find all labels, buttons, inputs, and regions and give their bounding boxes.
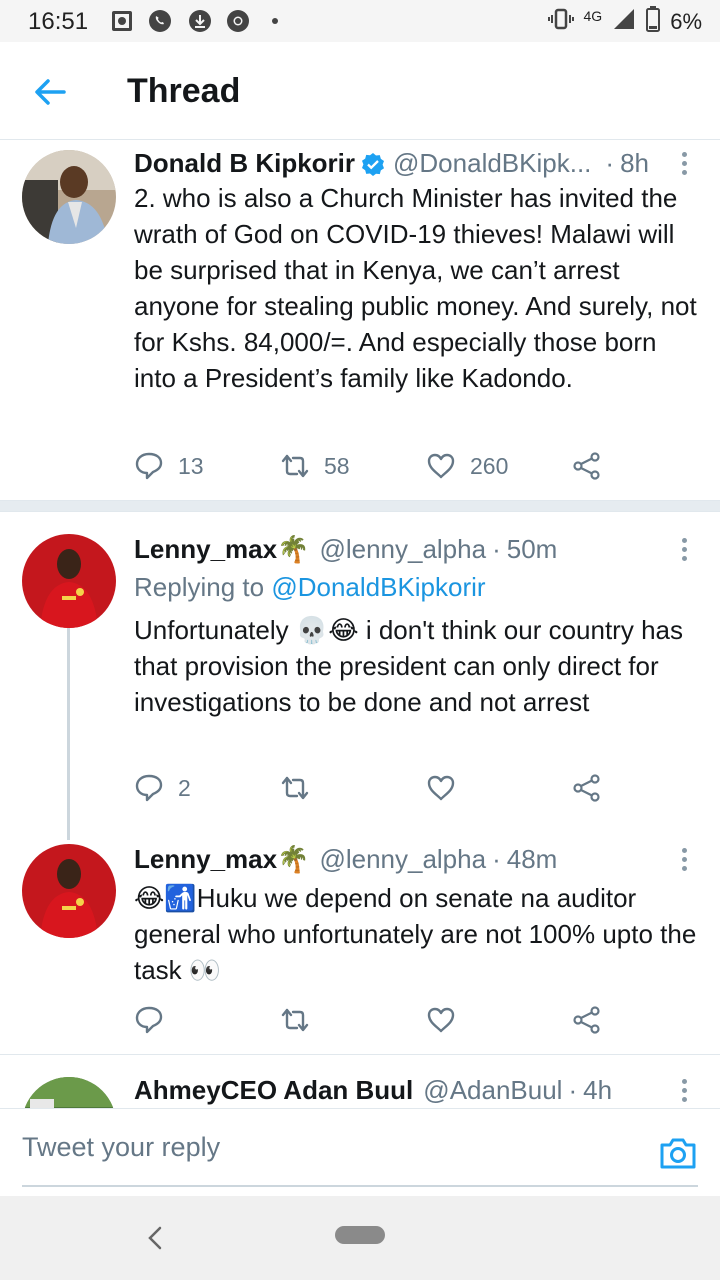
like-button[interactable] [426, 768, 470, 808]
reply-tweet[interactable]: Lenny_max🌴 @lenny_alpha · 50m Replying t… [0, 512, 720, 830]
battery-icon [646, 6, 661, 38]
author-name[interactable]: Lenny_max🌴 [134, 844, 309, 875]
reply-count: 2 [178, 774, 191, 801]
reply-button[interactable] [134, 1000, 178, 1040]
author-name[interactable]: Lenny_max🌴 [134, 534, 309, 565]
share-icon [573, 452, 600, 480]
replying-to: Replying to @DonaldBKipkorir [134, 572, 486, 603]
reply-input[interactable]: Tweet your reply [22, 1125, 642, 1175]
tweet-header: AhmeyCEO Adan Buul @AdanBuul · 4h [134, 1075, 680, 1106]
replying-to-handle[interactable]: @DonaldBKipkorir [271, 572, 485, 602]
more-options-icon[interactable] [674, 152, 694, 176]
tweet-actions: 2 [134, 768, 614, 808]
tweet-time: 8h [620, 148, 649, 178]
like-count: 260 [470, 452, 509, 479]
page-title: Thread [127, 72, 241, 110]
reply-icon [135, 452, 163, 480]
author-handle[interactable]: @DonaldBKipk... [393, 148, 591, 179]
verified-badge-icon [361, 152, 387, 178]
tweet-time: 50m [506, 534, 558, 564]
retweet-icon [281, 1008, 309, 1032]
author-handle[interactable]: @AdanBuul [423, 1075, 562, 1106]
share-button[interactable] [572, 446, 602, 486]
tweet-text: Unfortunately 💀😂 i don't think our count… [134, 615, 683, 717]
avatar[interactable] [22, 150, 116, 244]
separator-dot: · [568, 1075, 578, 1105]
status-time: 16:51 [28, 8, 89, 35]
home-pill-icon[interactable] [335, 1226, 385, 1244]
system-nav-bar [0, 1196, 720, 1280]
photo-icon [110, 9, 134, 33]
author-name[interactable]: Donald B Kipkorir [134, 148, 355, 179]
reply-icon [135, 1006, 163, 1034]
more-options-icon[interactable] [674, 848, 694, 872]
heart-icon [427, 1007, 455, 1033]
separator-dot: · [492, 534, 501, 564]
download-icon [188, 9, 212, 33]
network-label: 4G [583, 8, 603, 24]
like-button[interactable] [426, 1000, 470, 1040]
replying-to-prefix: Replying to [134, 572, 272, 602]
status-bar: 16:51 4G 6% [0, 0, 720, 42]
like-button[interactable]: 260 [426, 446, 508, 486]
retweet-button[interactable]: 58 [280, 446, 350, 486]
share-icon [573, 1006, 600, 1034]
camera-icon [660, 1138, 696, 1169]
whatsapp-icon [148, 9, 172, 33]
thread-header: Thread [0, 42, 720, 140]
separator-dot: · [605, 148, 615, 178]
back-button[interactable] [30, 72, 70, 112]
retweet-icon [281, 454, 309, 478]
author-name[interactable]: AhmeyCEO Adan Buul [134, 1075, 413, 1106]
author-handle[interactable]: @lenny_alpha [319, 844, 486, 875]
tweet-text: 😂🚮Huku we depend on senate na auditor ge… [134, 883, 697, 985]
more-options-icon[interactable] [674, 1079, 694, 1103]
tweet-actions [134, 1000, 614, 1040]
reply-icon [135, 774, 163, 802]
signal-icon [612, 7, 636, 37]
retweet-button[interactable] [280, 768, 324, 808]
retweet-count: 58 [324, 452, 350, 479]
share-icon [573, 774, 600, 802]
status-right: 4G 6% [547, 6, 702, 38]
tweet-time: 48m [506, 844, 558, 874]
separator-dot: · [492, 844, 501, 874]
tweet-header: Lenny_max🌴 @lenny_alpha · 50m [134, 534, 680, 565]
section-divider [0, 500, 720, 512]
reply-tweet[interactable]: AhmeyCEO Adan Buul @AdanBuul · 4h [0, 1055, 720, 1108]
tweet-actions: 13 58 260 [134, 446, 614, 486]
tweet-main[interactable]: Donald B Kipkorir @DonaldBKipk... · 8h 2… [0, 140, 720, 500]
reply-input-underline [22, 1185, 698, 1187]
tweet-time: 4h [583, 1075, 613, 1105]
heart-icon [427, 453, 455, 479]
heart-icon [427, 775, 455, 801]
retweet-button[interactable] [280, 1000, 324, 1040]
camera-button[interactable] [658, 1133, 698, 1173]
battery-percent: 6% [670, 9, 702, 34]
reply-button[interactable]: 2 [134, 768, 191, 808]
chrome-icon [226, 9, 250, 33]
more-options-icon[interactable] [674, 538, 694, 562]
author-handle[interactable]: @lenny_alpha [319, 534, 486, 565]
tweet-header: Lenny_max🌴 @lenny_alpha · 48m [134, 844, 680, 875]
share-button[interactable] [572, 768, 602, 808]
reply-button[interactable]: 13 [134, 446, 204, 486]
avatar[interactable] [22, 844, 116, 938]
tweet-text: 2. who is also a Church Minister has inv… [134, 183, 697, 393]
reply-tweet[interactable]: Lenny_max🌴 @lenny_alpha · 48m 😂🚮Huku we … [0, 830, 720, 1054]
dot-icon [270, 9, 280, 33]
retweet-icon [281, 776, 309, 800]
avatar[interactable] [22, 1077, 116, 1108]
tweet-header: Donald B Kipkorir @DonaldBKipk... · 8h [134, 148, 680, 179]
share-button[interactable] [572, 1000, 602, 1040]
arrow-left-icon [35, 79, 66, 105]
reply-composer: Tweet your reply [0, 1108, 720, 1196]
avatar[interactable] [22, 534, 116, 628]
reply-count: 13 [178, 452, 204, 479]
vibrate-icon [547, 7, 574, 37]
nav-back-icon[interactable] [140, 1220, 170, 1256]
